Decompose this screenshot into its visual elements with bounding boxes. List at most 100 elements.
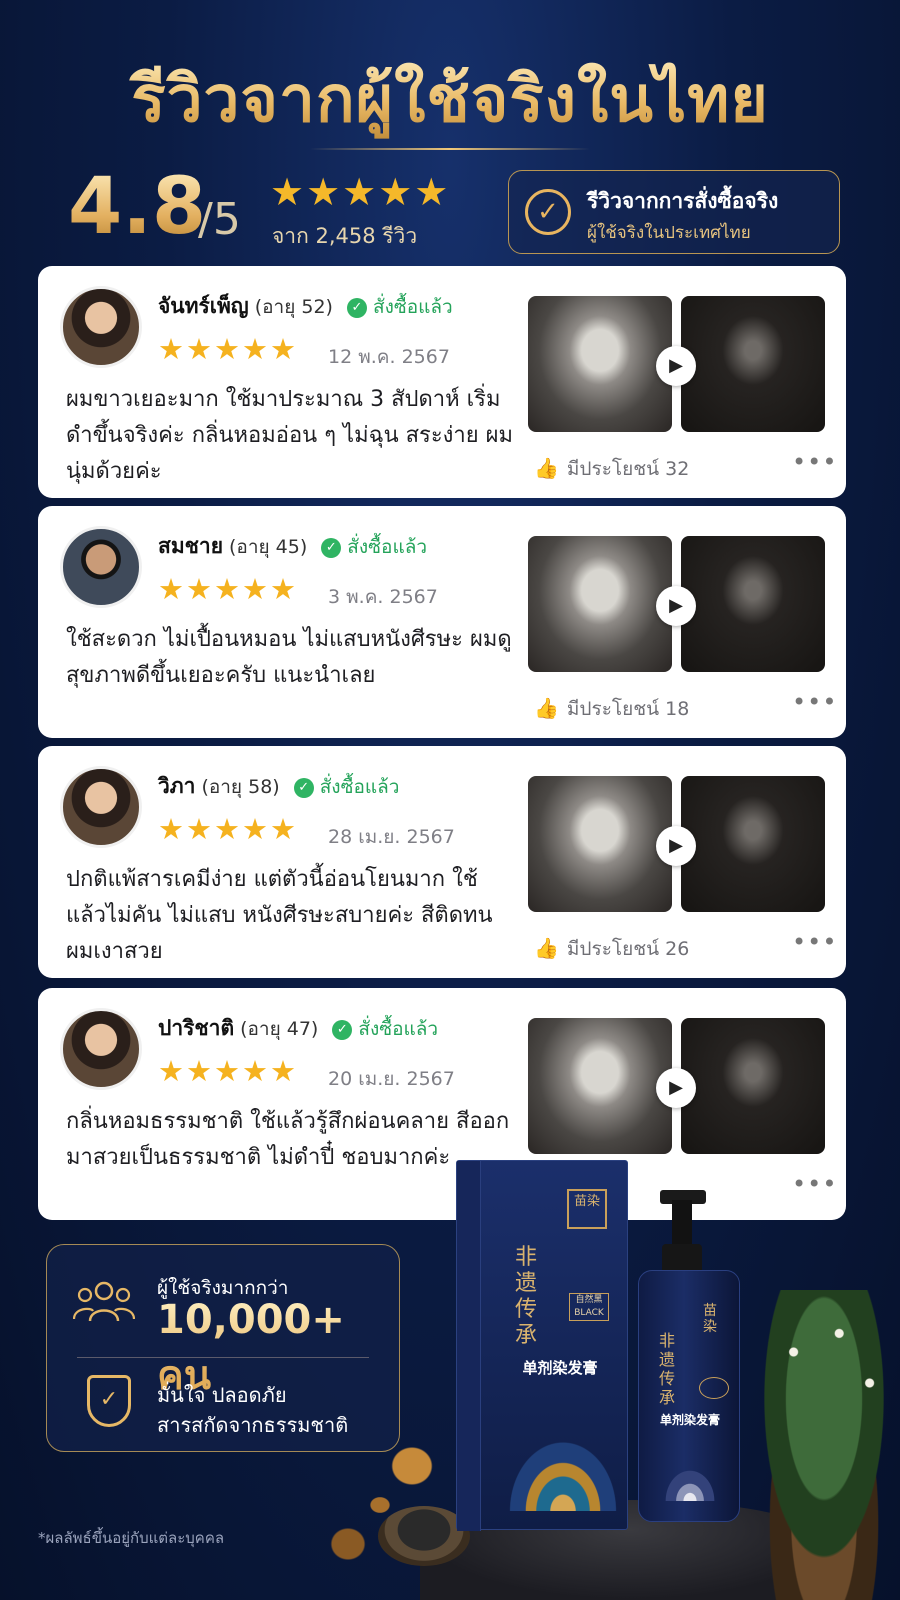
reviewer-name: จันทร์เพ็ญ (158, 294, 249, 318)
review-card: วิภา (อายุ 58) ✓ สั่งซื้อแล้ว ★★★★★ 28 เม.ย… (38, 746, 846, 978)
reviewer-info: จันทร์เพ็ญ (อายุ 52) ✓ สั่งซื้อแล้ว (158, 290, 453, 323)
product-box-logo: 苗染 (567, 1189, 607, 1229)
review-date: 12 พ.ค. 2567 (328, 346, 450, 368)
more-options-icon[interactable]: ••• (792, 688, 837, 716)
rating-stars: ★★★★★ (270, 170, 451, 214)
review-stars: ★★★★★ (158, 1054, 298, 1088)
play-icon[interactable]: ▶ (656, 1068, 696, 1108)
reviewer-info: วิภา (อายุ 58) ✓ สั่งซื้อแล้ว (158, 770, 399, 803)
avatar (60, 766, 142, 848)
before-photo[interactable] (528, 296, 672, 432)
product-bottle-image: 苗染 非遗传承 单剂染发膏 (638, 1270, 740, 1522)
thumbs-up-icon: 👍 (534, 936, 559, 960)
review-card: จันทร์เพ็ญ (อายุ 52) ✓ สั่งซื้อแล้ว ★★★★★ 1… (38, 266, 846, 498)
verified-purchase: ✓ สั่งซื้อแล้ว (293, 776, 400, 798)
before-photo[interactable] (528, 1018, 672, 1154)
reviewer-age: (อายุ 47) (240, 1018, 319, 1040)
helpful-count: มีประโยชน์ 26 (566, 938, 690, 960)
verified-check-icon: ✓ (525, 189, 571, 235)
after-photo[interactable] (681, 1018, 825, 1154)
reviewer-info: สมชาย (อายุ 45) ✓ สั่งซื้อแล้ว (158, 530, 427, 563)
trust-stats-panel: ผู้ใช้จริงมากกว่า 10,000+ คน ✓ มั่นใจ ปล… (46, 1244, 400, 1452)
verified-title: รีวิวจากการสั่งซื้อจริง (587, 189, 779, 213)
helpful-count: มีประโยชน์ 18 (566, 698, 690, 720)
bottle-seal (699, 1377, 729, 1399)
review-stars: ★★★★★ (158, 332, 298, 366)
verified-purchase: ✓ สั่งซื้อแล้ว (346, 296, 453, 318)
after-photo[interactable] (681, 296, 825, 432)
verified-purchase-label: สั่งซื้อแล้ว (358, 1018, 439, 1040)
before-photo[interactable] (528, 536, 672, 672)
plant-decoration-image (748, 1290, 900, 1600)
bottle-mandala (653, 1455, 727, 1501)
review-card: ปาริชาติ (อายุ 47) ✓ สั่งซื้อแล้ว ★★★★★ 20 … (38, 988, 846, 1220)
review-text: ใช้สะดวก ไม่เปื้อนหมอน ไม่แสบหนังศีรษะ ผ… (66, 627, 512, 688)
review-date: 3 พ.ค. 2567 (328, 586, 438, 608)
product-box-side (457, 1161, 481, 1531)
play-icon[interactable]: ▶ (656, 346, 696, 386)
check-circle-icon: ✓ (321, 538, 342, 558)
helpful-count: มีประโยชน์ 32 (566, 458, 690, 480)
review-text: กลิ่นหอมธรรมชาติ ใช้แล้วรู้สึกผ่อนคลาย ส… (66, 1109, 510, 1170)
bottle-pump-neck (672, 1200, 692, 1246)
review-text: ปกติแพ้สารเคมีง่าย แต่ตัวนี้อ่อนโยนมาก ใ… (66, 867, 493, 964)
after-photo[interactable] (681, 776, 825, 912)
review-stars: ★★★★★ (158, 812, 298, 846)
play-icon[interactable]: ▶ (656, 586, 696, 626)
reviewer-info: ปาริชาติ (อายุ 47) ✓ สั่งซื้อแล้ว (158, 1012, 438, 1045)
after-photo[interactable] (681, 536, 825, 672)
check-circle-icon: ✓ (332, 1020, 353, 1040)
rating-max: /5 (198, 194, 241, 245)
verified-subtitle: ผู้ใช้จริงในประเทศไทย (587, 223, 751, 243)
avatar (60, 1008, 142, 1090)
page-title: รีวิวจากผู้ใช้จริงในไทย (0, 48, 900, 150)
more-options-icon[interactable]: ••• (792, 448, 837, 476)
avatar (60, 526, 142, 608)
shield-check-icon: ✓ (87, 1375, 131, 1427)
check-circle-icon: ✓ (346, 298, 367, 318)
review-date: 28 เม.ย. 2567 (328, 826, 455, 848)
thumbs-up-icon: 👍 (534, 696, 559, 720)
bottle-name: 单剂染发膏 (659, 1413, 720, 1427)
safety-line-2: สารสกัดจากธรรมชาติ (157, 1413, 349, 1437)
review-stars: ★★★★★ (158, 572, 298, 606)
reviewer-age: (อายุ 58) (201, 776, 280, 798)
helpful-button[interactable]: 👍 มีประโยชน์ 18 (534, 694, 689, 724)
users-group-svg (72, 1281, 136, 1322)
verified-purchase-label: สั่งซื้อแล้ว (347, 536, 428, 558)
rating-score: 4.8 (68, 162, 207, 252)
review-card: สมชาย (อายุ 45) ✓ สั่งซื้อแล้ว ★★★★★ 3 พ.ค.… (38, 506, 846, 738)
before-photo[interactable] (528, 776, 672, 912)
verified-purchase: ✓ สั่งซื้อแล้ว (321, 536, 427, 558)
product-box-heritage-text: 非遗传承 (515, 1245, 538, 1348)
reviewer-name: วิภา (158, 774, 196, 798)
helpful-button[interactable]: 👍 มีประโยชน์ 32 (534, 454, 689, 484)
product-box-black-label: 自然黑 BLACK (569, 1293, 609, 1321)
more-options-icon[interactable]: ••• (792, 928, 837, 956)
bottle-logo: 苗染 (703, 1303, 717, 1335)
results-disclaimer: *ผลลัพธ์ขึ้นอยู่กับแต่ละบุคคล (38, 1529, 225, 1547)
safety-line-1: มั่นใจ ปลอดภัย (157, 1383, 287, 1407)
reviewer-age: (อายุ 52) (254, 296, 333, 318)
more-options-icon[interactable]: ••• (792, 1170, 837, 1198)
check-circle-icon: ✓ (293, 778, 314, 798)
reviewer-name: สมชาย (158, 534, 224, 558)
product-box-mandala (501, 1431, 625, 1511)
play-icon[interactable]: ▶ (656, 826, 696, 866)
review-date: 20 เม.ย. 2567 (328, 1068, 455, 1090)
users-group-icon (72, 1277, 136, 1336)
verified-purchase: ✓ สั่งซื้อแล้ว (332, 1018, 438, 1040)
review-text: ผมขาวเยอะมาก ใช้มาประมาณ 3 สัปดาห์ เริ่ม… (66, 387, 514, 484)
thumbs-up-icon: 👍 (534, 456, 559, 480)
reviewer-name: ปาริชาติ (158, 1016, 235, 1040)
product-box-name: 单剂染发膏 (522, 1359, 598, 1377)
review-count: จาก 2,458 รีวิว (272, 224, 418, 248)
helpful-button[interactable]: 👍 มีประโยชน์ 26 (534, 934, 689, 964)
verified-purchase-label: สั่งซื้อแล้ว (372, 296, 453, 318)
title-divider (310, 148, 590, 150)
bottle-heritage-text: 非遗传承 (659, 1331, 676, 1407)
product-box-image: 苗染 非遗传承 自然黑 BLACK 单剂染发膏 (456, 1160, 628, 1531)
reviewer-age: (อายุ 45) (229, 536, 308, 558)
avatar (60, 286, 142, 368)
verified-purchase-label: สั่งซื้อแล้ว (319, 776, 400, 798)
